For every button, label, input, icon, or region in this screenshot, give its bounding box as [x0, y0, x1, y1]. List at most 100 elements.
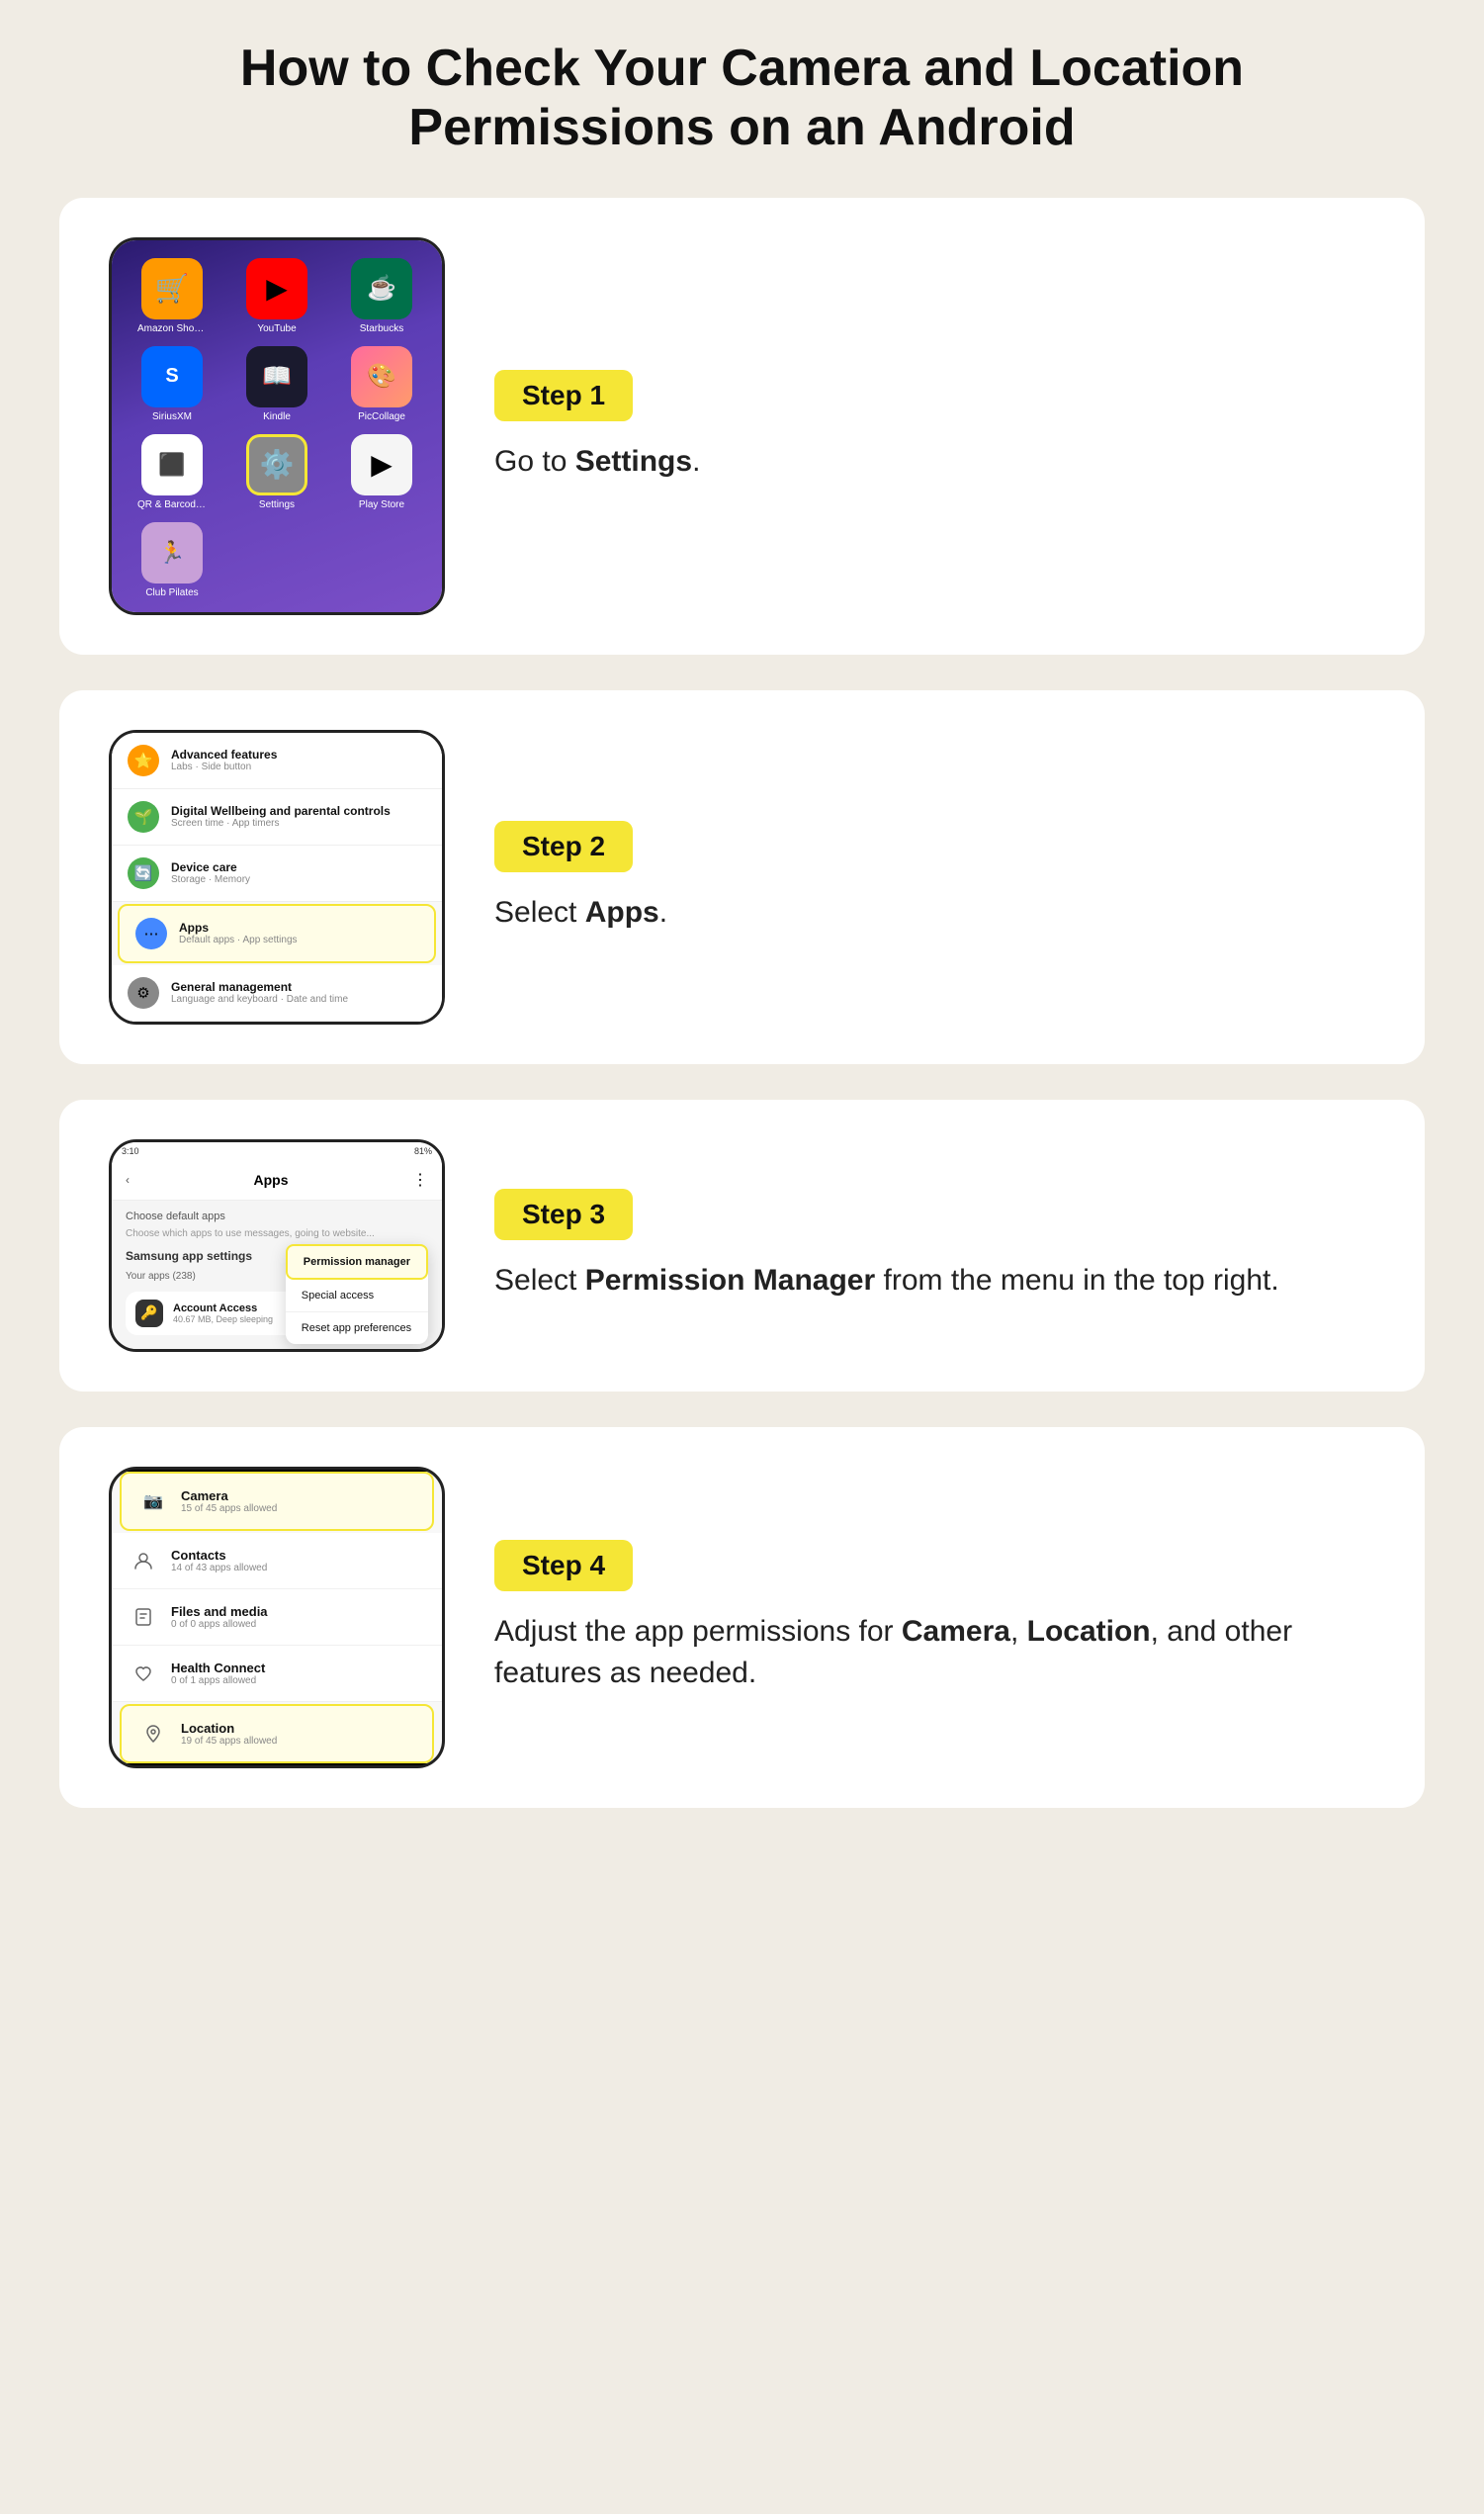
apps-icon: ⋯ [135, 918, 167, 949]
step-2-card: ⭐ Advanced features Labs · Side button 🌱… [59, 690, 1425, 1064]
piccollage-label: PicCollage [358, 411, 405, 422]
menu-permission-manager[interactable]: Permission manager [286, 1244, 428, 1280]
files-icon [128, 1601, 159, 1633]
perm-camera[interactable]: 📷 Camera 15 of 45 apps allowed [120, 1472, 434, 1531]
step-2-badge: Step 2 [494, 821, 633, 872]
devicecare-icon: 🔄 [128, 857, 159, 889]
apps-title: Apps [179, 921, 418, 935]
settings-screen: ⭐ Advanced features Labs · Side button 🌱… [112, 733, 442, 1022]
step-1-screen: 🛒 Amazon Shopping ▶ YouTube ☕ Starbucks … [109, 237, 445, 615]
settings-item-apps[interactable]: ⋯ Apps Default apps · App settings [118, 904, 436, 963]
step-4-card: 📷 Camera 15 of 45 apps allowed Contacts … [59, 1427, 1425, 1808]
app-amazon[interactable]: 🛒 Amazon Shopping [126, 258, 218, 334]
contacts-title: Contacts [171, 1548, 426, 1563]
camera-icon: 📷 [137, 1485, 169, 1517]
settings-item-devicecare[interactable]: 🔄 Device care Storage · Memory [112, 846, 442, 902]
kindle-label: Kindle [263, 411, 291, 422]
amazon-icon: 🛒 [141, 258, 203, 319]
step-3-text: Select Permission Manager from the menu … [494, 1260, 1375, 1302]
qr-icon: ⬛ [141, 434, 203, 495]
location-title: Location [181, 1721, 416, 1736]
clubpilates-label: Club Pilates [145, 587, 198, 598]
step-2-text: Select Apps. [494, 892, 1375, 934]
app-settings[interactable]: ⚙️ Settings [230, 434, 323, 510]
settings-item-wellbeing[interactable]: 🌱 Digital Wellbeing and parental control… [112, 789, 442, 846]
devicecare-sub: Storage · Memory [171, 874, 426, 885]
wellbeing-sub: Screen time · App timers [171, 818, 426, 829]
app-grid: 🛒 Amazon Shopping ▶ YouTube ☕ Starbucks … [126, 258, 428, 598]
apps-header: ‹ Apps ⋮ [112, 1160, 442, 1201]
menu-reset-preferences[interactable]: Reset app preferences [286, 1312, 428, 1344]
qr-label: QR & Barcode Sc... [137, 499, 207, 510]
app-starbucks[interactable]: ☕ Starbucks [335, 258, 428, 334]
step-4-content: Step 4 Adjust the app permissions for Ca… [494, 1540, 1375, 1694]
step-1-content: Step 1 Go to Settings. [494, 370, 1375, 483]
more-options-button[interactable]: ⋮ [412, 1172, 428, 1189]
health-sub: 0 of 1 apps allowed [171, 1675, 426, 1686]
settings-item-general[interactable]: ⚙ General management Language and keyboa… [112, 965, 442, 1022]
general-icon: ⚙ [128, 977, 159, 1009]
camera-sub: 15 of 45 apps allowed [181, 1503, 416, 1514]
status-bar: 3:10 81% [112, 1142, 442, 1160]
wellbeing-title: Digital Wellbeing and parental controls [171, 804, 426, 818]
general-sub: Language and keyboard · Date and time [171, 994, 426, 1005]
page-title: How to Check Your Camera and Location Pe… [59, 40, 1425, 158]
apps-screen: 3:10 81% ‹ Apps ⋮ Permission manager Spe… [112, 1142, 442, 1349]
wellbeing-icon: 🌱 [128, 801, 159, 833]
contacts-sub: 14 of 43 apps allowed [171, 1563, 426, 1573]
app-piccollage[interactable]: 🎨 PicCollage [335, 346, 428, 422]
step-3-content: Step 3 Select Permission Manager from th… [494, 1189, 1375, 1302]
status-battery: 81% [414, 1146, 432, 1156]
settings-app-icon: ⚙️ [246, 434, 307, 495]
kindle-icon: 📖 [246, 346, 307, 407]
devicecare-title: Device care [171, 860, 426, 874]
playstore-icon: ▶ [351, 434, 412, 495]
home-screen: 🛒 Amazon Shopping ▶ YouTube ☕ Starbucks … [112, 240, 442, 612]
step-2-content: Step 2 Select Apps. [494, 821, 1375, 934]
apps-header-title: Apps [254, 1172, 289, 1188]
general-title: General management [171, 980, 426, 994]
app-clubpilates[interactable]: 🏃 Club Pilates [126, 522, 218, 598]
app-kindle[interactable]: 📖 Kindle [230, 346, 323, 422]
location-text: Location 19 of 45 apps allowed [181, 1721, 416, 1747]
youtube-label: YouTube [257, 323, 296, 334]
perm-files[interactable]: Files and media 0 of 0 apps allowed [112, 1589, 442, 1646]
step-4-phone: 📷 Camera 15 of 45 apps allowed Contacts … [109, 1467, 445, 1768]
app-youtube[interactable]: ▶ YouTube [230, 258, 323, 334]
advanced-text: Advanced features Labs · Side button [171, 748, 426, 772]
starbucks-label: Starbucks [360, 323, 403, 334]
app-qr[interactable]: ⬛ QR & Barcode Sc... [126, 434, 218, 510]
step-1-badge: Step 1 [494, 370, 633, 421]
camera-text: Camera 15 of 45 apps allowed [181, 1488, 416, 1514]
perm-health[interactable]: Health Connect 0 of 1 apps allowed [112, 1646, 442, 1702]
choose-default-sub: Choose which apps to use messages, going… [126, 1228, 428, 1239]
account-access-icon: 🔑 [135, 1300, 163, 1327]
menu-special-access[interactable]: Special access [286, 1280, 428, 1312]
step-4-badge: Step 4 [494, 1540, 633, 1591]
settings-item-advanced[interactable]: ⭐ Advanced features Labs · Side button [112, 733, 442, 789]
advanced-icon: ⭐ [128, 745, 159, 776]
siriusxm-label: SiriusXM [152, 411, 192, 422]
files-title: Files and media [171, 1604, 426, 1619]
clubpilates-icon: 🏃 [141, 522, 203, 584]
location-sub: 19 of 45 apps allowed [181, 1736, 416, 1747]
app-playstore[interactable]: ▶ Play Store [335, 434, 428, 510]
app-siriusxm[interactable]: S SiriusXM [126, 346, 218, 422]
devicecare-text: Device care Storage · Memory [171, 860, 426, 885]
amazon-label: Amazon Shopping [137, 323, 207, 334]
step-3-card: 3:10 81% ‹ Apps ⋮ Permission manager Spe… [59, 1100, 1425, 1392]
step-2-phone: ⭐ Advanced features Labs · Side button 🌱… [109, 730, 445, 1025]
contacts-text: Contacts 14 of 43 apps allowed [171, 1548, 426, 1573]
perm-contacts[interactable]: Contacts 14 of 43 apps allowed [112, 1533, 442, 1589]
step-4-screen: 📷 Camera 15 of 45 apps allowed Contacts … [109, 1467, 445, 1768]
status-time: 3:10 [122, 1146, 139, 1156]
playstore-label: Play Store [359, 499, 404, 510]
advanced-sub: Labs · Side button [171, 762, 426, 772]
step-3-screen: 3:10 81% ‹ Apps ⋮ Permission manager Spe… [109, 1139, 445, 1352]
starbucks-icon: ☕ [351, 258, 412, 319]
files-sub: 0 of 0 apps allowed [171, 1619, 426, 1630]
settings-label: Settings [259, 499, 295, 510]
youtube-icon: ▶ [246, 258, 307, 319]
perm-location[interactable]: Location 19 of 45 apps allowed [120, 1704, 434, 1763]
choose-default-title: Choose default apps [126, 1211, 428, 1222]
